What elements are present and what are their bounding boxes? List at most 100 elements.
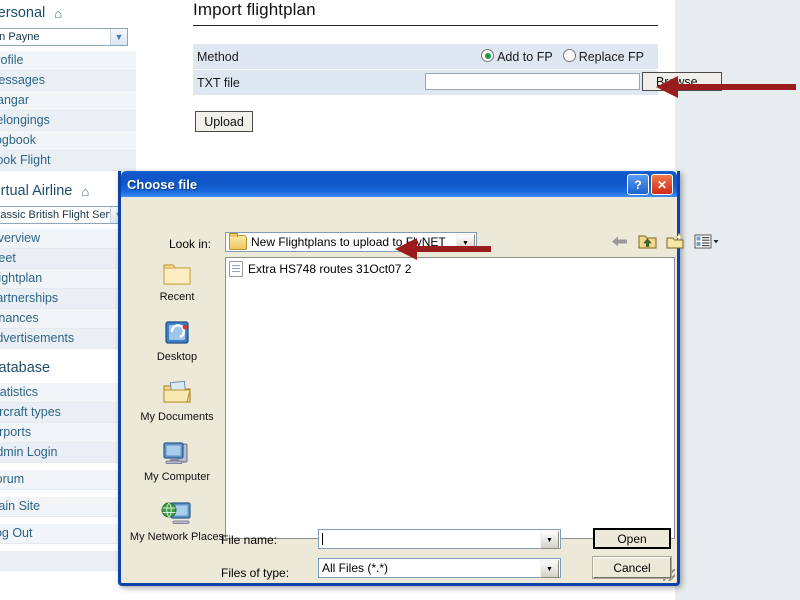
sidebar-gap bbox=[0, 171, 136, 178]
place-label: Desktop bbox=[156, 351, 198, 363]
places-bar: Recent Desktop My Documents My Computer … bbox=[129, 257, 225, 559]
txtfile-input[interactable] bbox=[425, 73, 640, 90]
sidebar-item-overview[interactable]: Overview bbox=[0, 229, 136, 249]
sidebar-item-main-site[interactable]: Main Site bbox=[0, 497, 136, 517]
home-icon[interactable]: ⌂ bbox=[54, 1, 62, 26]
import-form-table: Method Add to FP Replace FP TXT file Brow… bbox=[193, 44, 722, 96]
radio-add-to-fp[interactable] bbox=[481, 49, 495, 62]
home-icon[interactable]: ⌂ bbox=[81, 179, 89, 204]
sidebar-item-statistics[interactable]: Statistics bbox=[0, 383, 136, 403]
chevron-down-icon[interactable]: ▼ bbox=[110, 29, 127, 45]
sidebar-item-label: Belongings bbox=[0, 113, 50, 127]
sidebar-item-label: Finances bbox=[0, 311, 39, 325]
sidebar-select-airline[interactable]: Classic British Flight Service ▼ bbox=[0, 206, 128, 224]
chevron-down-icon[interactable]: ▼ bbox=[540, 531, 559, 549]
place-my-network-places[interactable]: My Network Places bbox=[129, 497, 225, 557]
sidebar-heading-virtual-airline: Virtual Airline ⌂ bbox=[0, 178, 136, 205]
filetype-label: Files of type: bbox=[221, 566, 290, 580]
sidebar-gap bbox=[0, 349, 136, 356]
place-my-computer[interactable]: My Computer bbox=[129, 437, 225, 497]
sidebar-item-messages[interactable]: Messages bbox=[0, 71, 136, 91]
sidebar-select-personal[interactable]: Ian Payne ▼ bbox=[0, 28, 128, 46]
new-folder-icon[interactable] bbox=[665, 231, 686, 252]
up-one-level-icon[interactable] bbox=[637, 231, 658, 252]
sidebar-item-fleet[interactable]: Fleet bbox=[0, 249, 136, 269]
sidebar-item-label: Hangar bbox=[0, 93, 29, 107]
sidebar-select-airline-value: Classic British Flight Service bbox=[0, 209, 128, 221]
sidebar-item-advertisements[interactable]: Advertisements bbox=[0, 329, 136, 349]
file-list[interactable]: Extra HS748 routes 31Oct07 2 bbox=[225, 257, 675, 539]
site-sidebar: Personal ⌂ Ian Payne ▼ Profile Messages … bbox=[0, 0, 136, 600]
sidebar-select-airline-wrap: Classic British Flight Service ▼ bbox=[0, 205, 136, 229]
sidebar-item-label: Aircraft types bbox=[0, 405, 61, 419]
sidebar-item-log-out[interactable]: Log Out bbox=[0, 524, 136, 544]
cancel-button[interactable]: Cancel bbox=[592, 556, 672, 579]
screen: Personal ⌂ Ian Payne ▼ Profile Messages … bbox=[0, 0, 800, 600]
sidebar-item-partnerships[interactable]: Partnerships bbox=[0, 289, 136, 309]
sidebar-gap bbox=[0, 463, 136, 470]
table-row-txtfile: TXT file Browse... bbox=[193, 69, 722, 96]
sidebar-heading-label: Personal bbox=[0, 5, 46, 21]
sidebar-gap bbox=[0, 517, 136, 524]
place-label: Recent bbox=[159, 291, 195, 303]
sidebar-item-belongings[interactable]: Belongings bbox=[0, 111, 136, 131]
sidebar-heading-database: Database bbox=[0, 356, 136, 383]
sidebar-item-label: Logbook bbox=[0, 133, 36, 147]
sidebar-item-flightplan[interactable]: Flightplan bbox=[0, 269, 136, 289]
place-my-documents[interactable]: My Documents bbox=[129, 377, 225, 437]
upload-button[interactable]: Upload bbox=[195, 111, 253, 132]
my-computer-icon bbox=[160, 437, 194, 469]
place-desktop[interactable]: Desktop bbox=[129, 317, 225, 377]
sidebar-item-book-flight[interactable]: Book Flight bbox=[0, 151, 136, 171]
place-label: My Network Places bbox=[129, 531, 225, 543]
file-name: Extra HS748 routes 31Oct07 2 bbox=[248, 261, 412, 276]
open-button[interactable]: Open bbox=[593, 528, 671, 549]
sidebar-item-hangar[interactable]: Hangar bbox=[0, 91, 136, 111]
sidebar-filler bbox=[0, 551, 136, 571]
sidebar-item-label: Flightplan bbox=[0, 271, 43, 285]
sidebar-item-profile[interactable]: Profile bbox=[0, 51, 136, 71]
close-icon[interactable]: ✕ bbox=[651, 174, 673, 195]
back-arrow-icon[interactable] bbox=[609, 231, 630, 252]
sidebar-item-label: Airports bbox=[0, 425, 32, 439]
sidebar-item-label: Admin Login bbox=[0, 445, 58, 459]
sidebar-item-label: Log Out bbox=[0, 526, 33, 540]
sidebar-item-finances[interactable]: Finances bbox=[0, 309, 136, 329]
txtfile-label: TXT file bbox=[193, 69, 263, 96]
my-documents-icon bbox=[160, 377, 194, 409]
sidebar-item-admin-login[interactable]: Admin Login bbox=[0, 443, 136, 463]
filename-label: File name: bbox=[221, 533, 278, 547]
sidebar-item-label: Partnerships bbox=[0, 291, 59, 305]
sidebar-item-aircraft-types[interactable]: Aircraft types bbox=[0, 403, 136, 423]
sidebar-heading-label: Virtual Airline bbox=[0, 183, 73, 199]
sidebar-item-label: Fleet bbox=[0, 251, 16, 265]
sidebar-select-personal-wrap: Ian Payne ▼ bbox=[0, 27, 136, 51]
sidebar-item-label: Book Flight bbox=[0, 153, 51, 167]
sidebar-item-label: Messages bbox=[0, 73, 45, 87]
help-icon[interactable]: ? bbox=[627, 174, 649, 195]
list-item[interactable]: Extra HS748 routes 31Oct07 2 bbox=[226, 258, 674, 277]
place-label: My Documents bbox=[140, 411, 214, 423]
dialog-titlebar[interactable]: Choose file ? ✕ bbox=[121, 171, 677, 197]
place-recent[interactable]: Recent bbox=[129, 257, 225, 317]
views-icon[interactable] bbox=[693, 231, 719, 252]
dialog-toolbar bbox=[609, 231, 719, 252]
sidebar-item-logbook[interactable]: Logbook bbox=[0, 131, 136, 151]
sidebar-item-label: Profile bbox=[0, 53, 24, 67]
filename-combobox[interactable]: ▼ bbox=[318, 529, 561, 549]
recent-folder-icon bbox=[160, 257, 194, 289]
sidebar-item-forum[interactable]: Forum bbox=[0, 470, 136, 490]
filetype-value: All Files (*.*) bbox=[322, 561, 389, 575]
lookin-label: Look in: bbox=[169, 237, 212, 251]
sidebar-heading-personal: Personal ⌂ bbox=[0, 0, 136, 27]
radio-replace-fp[interactable] bbox=[562, 49, 576, 62]
sidebar-gap bbox=[0, 490, 136, 497]
folder-icon bbox=[229, 232, 247, 250]
chevron-down-icon[interactable]: ▼ bbox=[540, 560, 559, 578]
text-caret bbox=[322, 533, 323, 545]
arrow-to-file-item bbox=[395, 238, 491, 260]
sidebar-item-airports[interactable]: Airports bbox=[0, 423, 136, 443]
filetype-combobox[interactable]: All Files (*.*) ▼ bbox=[318, 558, 561, 578]
txtfile-controls: Browse... bbox=[263, 69, 722, 96]
table-row-method: Method Add to FP Replace FP bbox=[193, 44, 658, 70]
